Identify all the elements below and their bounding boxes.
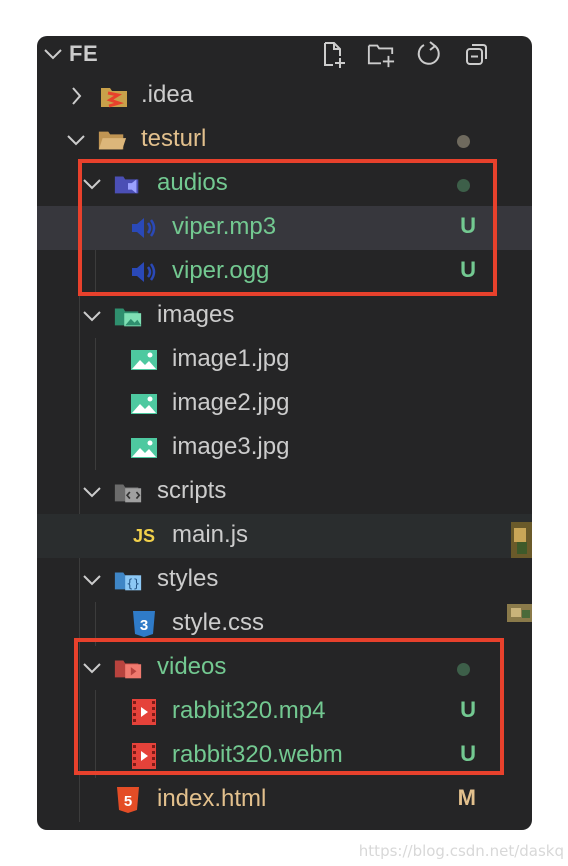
scripts-folder-icon [113, 478, 143, 506]
tree-file-viper-ogg[interactable]: viper.ogg U [37, 250, 532, 294]
tree-folder-styles[interactable]: {} styles [37, 558, 532, 602]
video-file-icon [129, 698, 159, 726]
audio-file-icon [129, 258, 159, 286]
tree-folder-testurl[interactable]: testurl [37, 118, 532, 162]
audio-folder-icon [113, 170, 143, 198]
tree-item-label: videos [157, 653, 227, 680]
untracked-dot [457, 179, 470, 192]
tree-folder-images[interactable]: images [37, 294, 532, 338]
chevron-down-icon [83, 487, 101, 498]
git-status-badge: U [460, 213, 476, 238]
tree-file-rabbit-webm[interactable]: rabbit320.webm U [37, 734, 532, 778]
tree-folder-scripts[interactable]: scripts [37, 470, 532, 514]
tree-item-label: viper.mp3 [172, 213, 277, 240]
css-file-icon: 3 [129, 610, 159, 638]
tree-item-label: image2.jpg [172, 389, 290, 416]
tree-item-label: index.html [157, 785, 267, 812]
tree-item-label: viper.ogg [172, 257, 270, 284]
tree-file-image1[interactable]: image1.jpg [37, 338, 532, 382]
chevron-down-icon[interactable] [43, 45, 63, 63]
watermark: https://blog.csdn.net/daskq [358, 842, 564, 860]
tree-item-label: main.js [172, 521, 249, 548]
tree-file-image3[interactable]: image3.jpg [37, 426, 532, 470]
idea-folder-icon [99, 82, 129, 110]
tree-item-label: images [157, 301, 235, 328]
tree-file-style-css[interactable]: 3 style.css [37, 602, 532, 646]
chevron-right-icon [72, 87, 82, 105]
collapse-all-icon[interactable] [463, 40, 491, 68]
video-folder-icon [113, 654, 143, 682]
tree-item-label: rabbit320.mp4 [172, 697, 326, 724]
tree-file-image2[interactable]: image2.jpg [37, 382, 532, 426]
tree-item-label: image3.jpg [172, 433, 290, 460]
new-folder-icon[interactable] [367, 40, 395, 68]
html-file-icon: 5 [113, 786, 143, 814]
refresh-icon[interactable] [415, 40, 443, 68]
tree-item-label: styles [157, 565, 219, 592]
image-file-icon [129, 390, 159, 418]
js-file-icon: JS [132, 525, 156, 546]
git-status-badge: M [457, 785, 476, 810]
git-status-badge: U [460, 697, 476, 722]
tree-folder-audios[interactable]: audios [37, 162, 532, 206]
image-file-icon [129, 434, 159, 462]
explorer-header[interactable]: FE [37, 36, 532, 72]
svg-text:{}: {} [126, 578, 140, 591]
chevron-down-icon [83, 179, 101, 190]
tree-file-rabbit-mp4[interactable]: rabbit320.mp4 U [37, 690, 532, 734]
images-folder-icon [113, 302, 143, 330]
explorer-panel: FE .idea testurl audios viper.mp3 U vipe… [37, 36, 532, 830]
svg-text:5: 5 [124, 793, 132, 810]
video-file-icon [129, 742, 159, 770]
tree-item-label: scripts [157, 477, 227, 504]
new-file-icon[interactable] [319, 40, 347, 68]
chevron-down-icon [67, 135, 85, 146]
tree-item-label: audios [157, 169, 228, 196]
untracked-dot [457, 663, 470, 676]
chevron-down-icon [83, 663, 101, 674]
tree-item-label: style.css [172, 609, 265, 636]
styles-folder-icon: {} [113, 566, 143, 594]
tree-item-label: testurl [141, 125, 207, 152]
image-file-icon [129, 346, 159, 374]
tree-item-label: .idea [141, 81, 194, 108]
tree-file-index-html[interactable]: 5 index.html M [37, 778, 532, 822]
modified-dot [457, 135, 470, 148]
workspace-title: FE [69, 41, 99, 66]
tree-file-viper-mp3[interactable]: viper.mp3 U [37, 206, 532, 250]
tree-file-main-js[interactable]: JS main.js [37, 514, 532, 558]
tree-item-label: image1.jpg [172, 345, 290, 372]
svg-text:3: 3 [140, 617, 148, 634]
git-status-badge: U [460, 741, 476, 766]
chevron-down-icon [83, 575, 101, 586]
chevron-down-icon [83, 311, 101, 322]
folder-open-icon [97, 126, 127, 154]
tree-item-label: rabbit320.webm [172, 741, 343, 768]
audio-file-icon [129, 214, 159, 242]
tree-folder-idea[interactable]: .idea [37, 74, 532, 118]
git-status-badge: U [460, 257, 476, 282]
tree-folder-videos[interactable]: videos [37, 646, 532, 690]
